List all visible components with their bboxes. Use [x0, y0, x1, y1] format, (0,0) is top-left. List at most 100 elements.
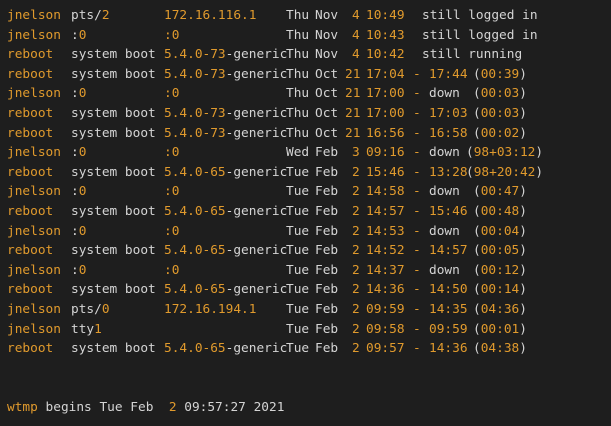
status-cell: still running: [422, 47, 523, 63]
date-cell: 4: [352, 8, 360, 23]
weekday-cell: Tue: [286, 341, 310, 357]
start-time-cell: 14:36: [366, 282, 405, 298]
dash-cell: -: [413, 145, 421, 161]
tty-cell: system boot: [71, 124, 156, 144]
host-cell: :0: [164, 145, 180, 161]
month-cell: Nov: [315, 47, 339, 63]
host-cell: 5.4.0-65-generic: [164, 341, 288, 357]
user-cell: reboot: [7, 282, 54, 298]
duration-open: (: [466, 145, 474, 161]
tty-cell: system boot: [71, 163, 156, 183]
duration-close: ): [519, 223, 527, 239]
date-cell: 21: [345, 66, 361, 82]
host-cell: 5.4.0-73-generic: [164, 47, 288, 63]
end-time-cell: 14:57: [429, 243, 468, 259]
status-cell: still logged in: [422, 8, 538, 23]
weekday-cell: Thu: [286, 125, 310, 141]
duration-value: 98+03:12: [473, 145, 536, 161]
user-cell: reboot: [7, 341, 54, 357]
tty-text: pts/: [71, 8, 102, 23]
month-cell: Feb: [315, 184, 339, 200]
weekday-cell: Tue: [286, 223, 310, 239]
start-time-cell: 16:56: [366, 125, 405, 141]
duration-open: (: [473, 86, 481, 102]
end-time-cell: 14:35: [429, 302, 468, 317]
duration-close: ): [519, 86, 527, 102]
weekday-cell: Wed: [286, 145, 310, 161]
end-time-cell: 13:28: [429, 164, 468, 180]
duration-open: (: [473, 66, 481, 82]
duration-value: 98+20:42: [473, 164, 536, 180]
date-cell: 2: [352, 164, 360, 180]
terminal-window[interactable]: jnelson pts/2 172.16.116.1 Thu Nov 4 10:49 stil…: [0, 0, 611, 426]
user-cell: jnelson: [7, 321, 61, 337]
month-cell: Feb: [315, 321, 339, 337]
duration-open: (: [473, 125, 481, 141]
host-cell: 5.4.0-65-generic: [164, 243, 288, 259]
start-time-cell: 10:43: [366, 27, 405, 43]
tty-text: system boot: [71, 125, 156, 141]
user-cell: jnelson: [7, 262, 61, 278]
tty-number: 0: [78, 86, 87, 102]
start-time-cell: 10:49: [366, 8, 405, 23]
month-cell: Feb: [315, 341, 339, 357]
duration-close: ): [519, 282, 527, 298]
end-time-cell: down: [429, 86, 460, 102]
user-cell: jnelson: [7, 145, 61, 161]
tty-text: system boot: [71, 164, 156, 180]
date-cell: 4: [352, 47, 360, 63]
month-cell: Oct: [315, 106, 339, 121]
tty-text: system boot: [71, 204, 156, 219]
duration-cell: (00:04): [473, 222, 527, 242]
duration-cell: (00:47): [473, 182, 527, 202]
month-cell: Feb: [315, 282, 339, 298]
weekday-cell: Tue: [286, 164, 310, 180]
dash-cell: -: [413, 243, 421, 259]
end-time-cell: down: [429, 145, 460, 161]
month-cell: Nov: [315, 8, 339, 23]
duration-close: ): [519, 321, 527, 337]
tty-number: 2: [101, 8, 110, 23]
date-cell: 4: [352, 27, 360, 43]
tty-number: 0: [101, 302, 110, 317]
start-time-cell: 17:04: [366, 66, 405, 82]
date-cell: 2: [352, 204, 360, 219]
duration-cell: (04:38): [473, 339, 527, 359]
duration-close: ): [535, 145, 544, 161]
end-time-cell: 16:58: [429, 125, 468, 141]
dash-cell: -: [413, 302, 421, 317]
end-time-cell: 09:59: [429, 321, 468, 337]
duration-close: ): [519, 204, 527, 219]
date-cell: 2: [352, 302, 360, 317]
tty-cell: :0: [71, 222, 86, 242]
duration-close: ): [535, 164, 544, 180]
status-cell: still logged in: [422, 27, 538, 43]
duration-close: ): [519, 302, 527, 317]
host-cell: 5.4.0-65-generic: [164, 282, 288, 298]
start-time-cell: 15:46: [366, 164, 405, 180]
date-cell: 2: [352, 262, 360, 278]
duration-cell: (00:12): [473, 261, 527, 281]
user-cell: jnelson: [7, 86, 61, 102]
user-cell: reboot: [7, 47, 54, 63]
start-time-cell: 17:00: [366, 106, 405, 121]
date-cell: 21: [345, 125, 361, 141]
duration-cell: (00:02): [473, 124, 527, 144]
user-cell: reboot: [7, 243, 54, 259]
wtmp-footer: wtmp begins Tue Feb 2 09:57:27 2021: [7, 398, 284, 418]
end-time-cell: down: [429, 184, 460, 200]
duration-open: (: [473, 223, 481, 239]
duration-value: 00:12: [480, 262, 520, 278]
duration-value: 00:48: [480, 204, 520, 219]
weekday-cell: Tue: [286, 262, 310, 278]
host-cell: 5.4.0-73-generic: [164, 106, 288, 121]
duration-close: ): [519, 184, 527, 200]
tty-text: system boot: [71, 341, 156, 357]
duration-open: (: [473, 204, 481, 219]
duration-value: 00:47: [480, 184, 520, 200]
duration-open: (: [466, 164, 474, 180]
tty-number: 0: [78, 145, 87, 161]
tty-cell: :0: [71, 182, 86, 202]
dash-cell: -: [413, 282, 421, 298]
host-cell: 5.4.0-65-generic: [164, 164, 288, 180]
